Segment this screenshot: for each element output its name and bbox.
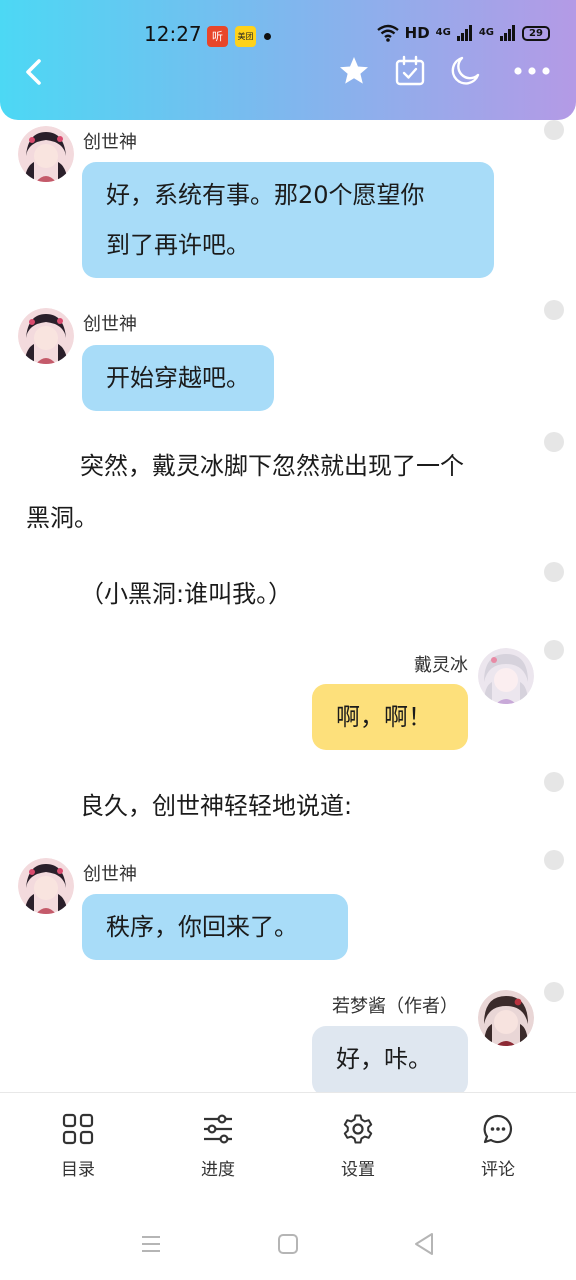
narration-paragraph[interactable]: （小黑洞:谁叫我。） <box>80 568 292 620</box>
avatar[interactable] <box>18 308 74 364</box>
ting-app-icon: 听 <box>207 26 228 47</box>
progress-label: 进度 <box>201 1160 235 1180</box>
chat-bubble[interactable]: 秩序，你回来了。 <box>82 894 348 960</box>
avatar[interactable] <box>18 858 74 914</box>
status-time: 12:27 <box>144 22 202 46</box>
top-header: 12:27 听 美团 HD 4G 4G 29 <box>0 0 576 120</box>
catalog-label: 目录 <box>61 1160 95 1180</box>
home-icon[interactable] <box>272 1228 304 1260</box>
network-4g-1: 4G <box>435 27 451 38</box>
meituan-app-icon: 美团 <box>235 26 256 47</box>
avatar[interactable] <box>478 648 534 704</box>
chat-content[interactable]: 创世神 好，系统有事。那20个愿望你 到了再许吧。 创世神 开始穿越吧。 突然，… <box>0 120 576 1092</box>
paragraph-comment-dot[interactable] <box>544 982 564 1002</box>
paragraph-comment-dot[interactable] <box>544 772 564 792</box>
narration-line: 黑洞。 <box>26 504 98 532</box>
bubble-text-line: 到了再许吧。 <box>106 231 250 259</box>
narration-line: 突然，戴灵冰脚下忽然就出现了一个 <box>80 452 464 480</box>
bubble-text-line: 好，咔。 <box>336 1045 432 1073</box>
speaker-name: 创世神 <box>83 864 137 885</box>
speaker-name: 创世神 <box>83 132 137 153</box>
settings-button[interactable]: 设置 <box>318 1113 398 1180</box>
narration-line: 良久，创世神轻轻地说道: <box>80 792 353 820</box>
bubble-text-line: 开始穿越吧。 <box>106 364 250 392</box>
menu-icon[interactable] <box>135 1228 167 1260</box>
chat-bubble[interactable]: 好，系统有事。那20个愿望你 到了再许吧。 <box>82 162 494 278</box>
speaker-name: 创世神 <box>83 314 137 335</box>
paragraph-comment-dot[interactable] <box>544 300 564 320</box>
signal-icon <box>500 25 515 41</box>
wifi-icon <box>376 24 399 42</box>
chat-bubble[interactable]: 啊，啊！ <box>312 684 468 750</box>
paragraph-comment-dot[interactable] <box>544 562 564 582</box>
grid-icon <box>62 1113 94 1145</box>
comment-icon <box>483 1114 513 1144</box>
chat-bubble[interactable]: 好，咔。 <box>312 1026 468 1092</box>
battery-indicator: 29 <box>522 25 550 41</box>
system-nav-bar <box>0 1208 576 1280</box>
back-triangle-icon[interactable] <box>408 1228 440 1260</box>
catalog-button[interactable]: 目录 <box>38 1113 118 1180</box>
avatar[interactable] <box>18 126 74 182</box>
more-icon[interactable] <box>512 54 552 88</box>
notification-dot-icon <box>264 33 271 40</box>
speaker-name: 若梦酱（作者） <box>332 996 458 1017</box>
sliders-icon <box>204 1114 232 1144</box>
narration-paragraph[interactable]: 突然，戴灵冰脚下忽然就出现了一个 黑洞。 <box>26 440 536 544</box>
bubble-text-line: 啊，啊！ <box>336 703 432 731</box>
bottom-toolbar: 目录 进度 设置 评论 <box>0 1092 576 1208</box>
signal-icon <box>456 25 472 41</box>
chat-bubble[interactable]: 开始穿越吧。 <box>82 345 274 411</box>
star-icon[interactable] <box>337 54 371 88</box>
progress-button[interactable]: 进度 <box>178 1113 258 1180</box>
paragraph-comment-dot[interactable] <box>544 432 564 452</box>
comments-label: 评论 <box>481 1160 515 1180</box>
narration-line: （小黑洞:谁叫我。） <box>80 580 293 608</box>
network-4g-2: 4G <box>478 27 494 38</box>
avatar[interactable] <box>478 990 534 1046</box>
status-indicators: HD 4G 4G 29 <box>376 24 550 42</box>
moon-icon[interactable] <box>448 54 482 88</box>
narration-paragraph[interactable]: 良久，创世神轻轻地说道: <box>80 780 352 832</box>
speaker-name: 戴灵冰 <box>414 655 468 676</box>
paragraph-comment-dot[interactable] <box>544 640 564 660</box>
bubble-text-line: 秩序，你回来了。 <box>106 913 298 941</box>
settings-label: 设置 <box>341 1160 375 1180</box>
bubble-text-line: 好，系统有事。那20个愿望你 <box>106 181 425 209</box>
gear-icon <box>343 1114 373 1144</box>
back-icon[interactable] <box>18 56 50 88</box>
paragraph-comment-dot[interactable] <box>544 120 564 140</box>
hd-indicator: HD <box>404 24 430 42</box>
calendar-check-icon[interactable] <box>393 54 427 88</box>
paragraph-comment-dot[interactable] <box>544 850 564 870</box>
comments-button[interactable]: 评论 <box>458 1113 538 1180</box>
